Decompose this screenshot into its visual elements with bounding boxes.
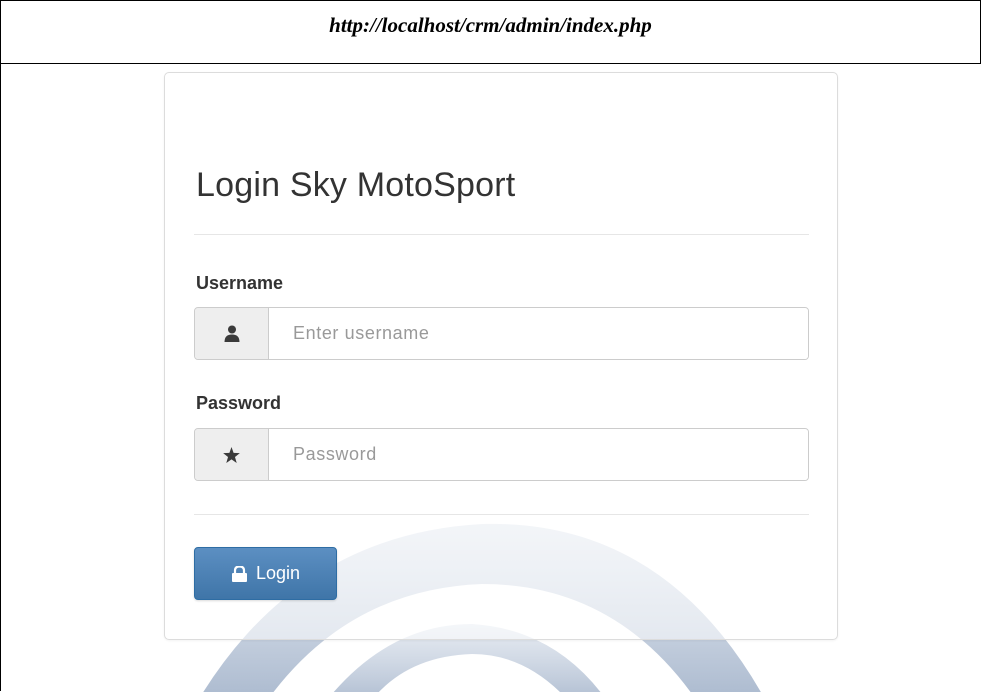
screenshot-frame: http://localhost/crm/admin/index.php Log… bbox=[0, 0, 981, 692]
star-icon bbox=[195, 429, 269, 480]
url-caption: http://localhost/crm/admin/index.php bbox=[329, 13, 652, 37]
divider bbox=[194, 514, 809, 515]
login-title: Login Sky MotoSport bbox=[196, 166, 516, 204]
login-button-label: Login bbox=[255, 563, 301, 583]
password-label: Password bbox=[196, 393, 282, 413]
password-input-group bbox=[194, 428, 809, 481]
username-label: Username bbox=[196, 273, 284, 293]
divider bbox=[194, 234, 809, 235]
password-input[interactable] bbox=[269, 429, 808, 480]
login-button[interactable]: Login bbox=[194, 547, 337, 600]
url-caption-row: http://localhost/crm/admin/index.php bbox=[1, 1, 980, 64]
lock-icon bbox=[231, 565, 248, 582]
user-icon bbox=[195, 308, 269, 359]
login-panel: Login Sky MotoSport Username Password bbox=[164, 72, 838, 640]
username-input[interactable] bbox=[269, 308, 808, 359]
page-content: Login Sky MotoSport Username Password bbox=[2, 64, 981, 692]
username-input-group bbox=[194, 307, 809, 360]
